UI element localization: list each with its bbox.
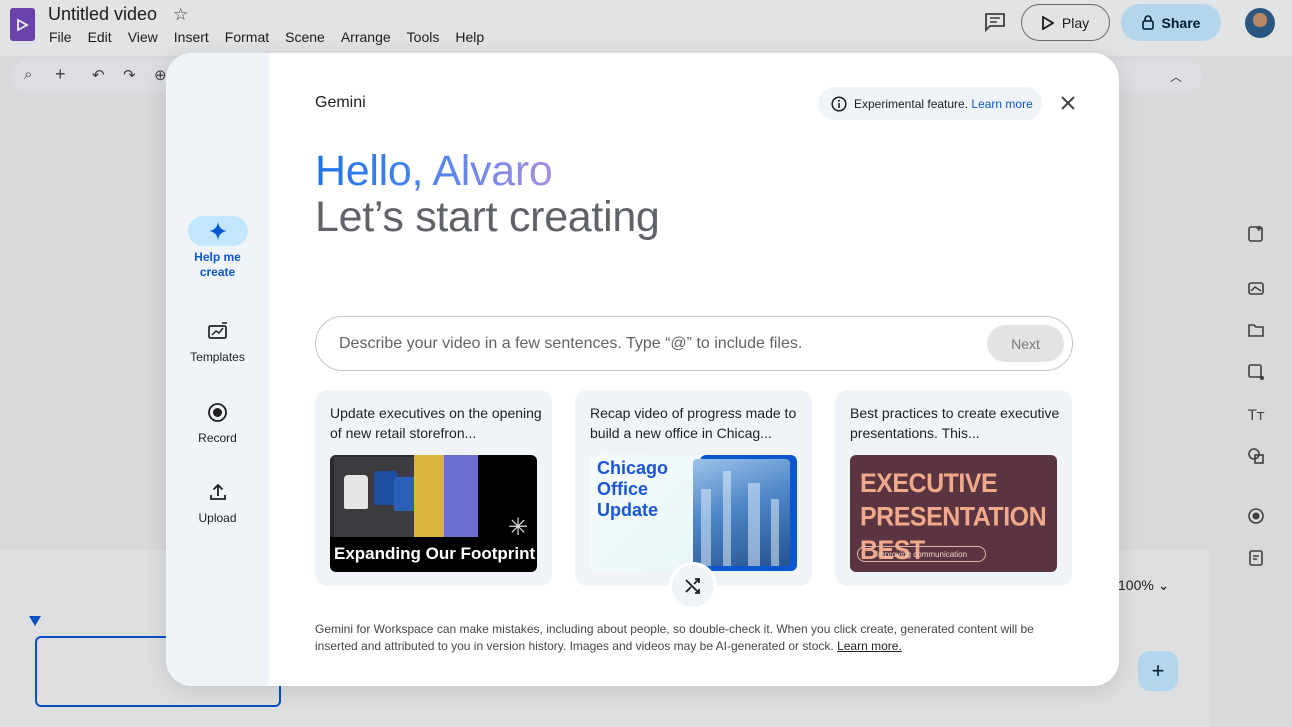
- suggestion-text: Update executives on the opening of new …: [330, 405, 542, 441]
- info-icon: [831, 95, 847, 112]
- disclaimer: Gemini for Workspace can make mistakes, …: [315, 621, 1075, 654]
- rail-label-upload: Upload: [198, 511, 237, 525]
- rail-templates[interactable]: Templates: [166, 316, 269, 365]
- dialog-title: Gemini: [315, 94, 366, 111]
- rail-label-record: Record: [198, 431, 237, 445]
- sparkle-decoration-icon: ✳: [508, 514, 529, 541]
- suggestion-card-exec-presentation[interactable]: Best practices to create executive prese…: [835, 390, 1072, 586]
- close-icon[interactable]: [1059, 94, 1077, 117]
- upload-icon: [209, 483, 226, 500]
- suggestion-thumbnail: ✳ Expanding Our Footprint: [330, 455, 537, 572]
- thumbnail-subtitle: Improving communication: [857, 546, 986, 562]
- experimental-feature-pill: Experimental feature. Learn more: [818, 87, 1042, 120]
- suggestion-thumbnail: Chicago Office Update: [590, 455, 797, 572]
- rail-label-help: Help me create: [194, 250, 241, 279]
- prompt-input[interactable]: Describe your video in a few sentences. …: [315, 316, 1073, 371]
- gemini-dialog: Help me create Templates Record Upload G…: [166, 53, 1119, 686]
- rail-record[interactable]: Record: [166, 397, 269, 446]
- greeting-heading: Hello, Alvaro: [315, 147, 553, 195]
- thumbnail-caption: Expanding Our Footprint: [334, 544, 536, 563]
- disclaimer-text: Gemini for Workspace can make mistakes, …: [315, 622, 1034, 653]
- next-button[interactable]: Next: [987, 325, 1064, 362]
- rail-upload[interactable]: Upload: [166, 477, 269, 526]
- rail-help-me-create[interactable]: Help me create: [166, 216, 269, 280]
- suggestion-text: Recap video of progress made to build a …: [590, 405, 797, 441]
- record-icon: [208, 402, 227, 422]
- rail-label-templates: Templates: [190, 350, 245, 364]
- suggestion-thumbnail: EXECUTIVE PRESENTATION BEST PRACTICES Im…: [850, 455, 1057, 572]
- prompt-placeholder: Describe your video in a few sentences. …: [339, 335, 803, 352]
- experimental-text: Experimental feature.: [854, 96, 969, 111]
- suggestion-card-chicago[interactable]: Recap video of progress made to build a …: [575, 390, 812, 586]
- sparkle-icon: [208, 222, 227, 240]
- dialog-rail: Help me create Templates Record Upload: [166, 53, 269, 686]
- templates-icon: [207, 322, 227, 339]
- shuffle-icon: [685, 578, 700, 594]
- suggestion-text: Best practices to create executive prese…: [850, 405, 1060, 441]
- thumbnail-caption: Chicago Office Update: [597, 458, 669, 520]
- disclaimer-learn-more-link[interactable]: Learn more.: [837, 639, 902, 653]
- learn-more-link[interactable]: Learn more: [971, 97, 1032, 111]
- suggestion-card-retail[interactable]: Update executives on the opening of new …: [315, 390, 552, 586]
- subheading: Let’s start creating: [315, 193, 660, 241]
- skyscraper-image: [693, 459, 790, 566]
- shuffle-button[interactable]: [672, 565, 714, 607]
- rail-active-pill: [187, 216, 248, 246]
